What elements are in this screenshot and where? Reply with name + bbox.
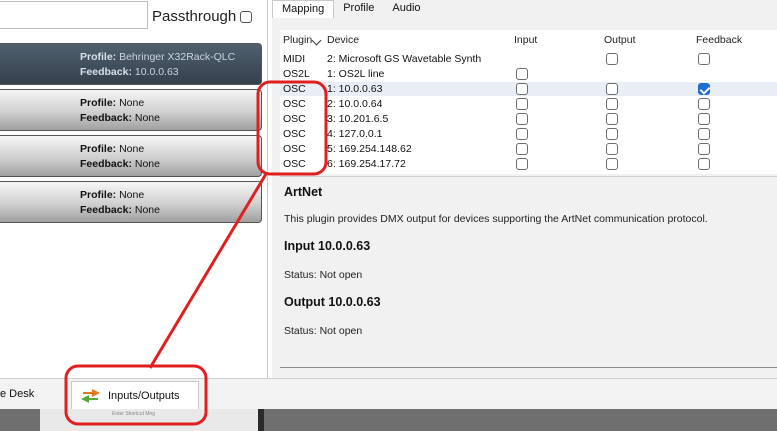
- table-row[interactable]: OSC 1: 10.0.0.63: [280, 82, 777, 96]
- input-checkbox[interactable]: [516, 113, 528, 125]
- feedback-value: None: [134, 204, 160, 216]
- io-mapping-table: Plugin Device Input Output Feedback MIDI…: [280, 30, 777, 174]
- feedback-value: 10.0.0.63: [134, 66, 179, 78]
- output-checkbox[interactable]: [606, 158, 618, 170]
- universe-search-input[interactable]: [0, 1, 148, 29]
- feedback-checkbox[interactable]: [698, 113, 710, 125]
- table-row[interactable]: MIDI 2: Microsoft GS Wavetable Synth: [280, 52, 777, 66]
- profile-value: None: [119, 189, 145, 201]
- tab-audio[interactable]: Audio: [383, 0, 429, 18]
- cell-device: 1: OS2L line: [327, 68, 385, 80]
- feedback-checkbox[interactable]: [698, 158, 710, 170]
- column-header-plugin[interactable]: Plugin: [283, 32, 312, 48]
- output-status: Status: Not open: [284, 325, 363, 337]
- feedback-checkbox[interactable]: [698, 143, 710, 155]
- inputs-outputs-label: Inputs/Outputs: [108, 389, 180, 402]
- table-row[interactable]: OSC 5: 169.254.148.62: [280, 142, 777, 156]
- column-header-input[interactable]: Input: [514, 32, 537, 48]
- passthrough-checkbox[interactable]: [240, 10, 253, 23]
- tab-inputs-outputs[interactable]: Inputs/Outputs: [71, 381, 199, 409]
- panel-divider: [280, 367, 777, 368]
- feedback-checkbox[interactable]: [698, 128, 710, 140]
- table-row[interactable]: OSC 3: 10.201.6.5: [280, 112, 777, 126]
- profile-value: None: [119, 143, 145, 155]
- passthrough-toggle[interactable]: Passthrough: [152, 8, 253, 25]
- bottom-tabbar: e Desk Inputs/Outputs: [0, 378, 777, 409]
- cell-plugin: OSC: [283, 128, 306, 140]
- universe-item-2[interactable]: Profile: None Feedback: None: [0, 89, 262, 131]
- input-checkbox[interactable]: [516, 158, 528, 170]
- tab-simple-desk[interactable]: e Desk: [0, 388, 34, 400]
- column-header-feedback[interactable]: Feedback: [696, 32, 742, 48]
- cell-plugin: OSC: [283, 158, 306, 170]
- universe-config-pane: Mapping Profile Audio Plugin Device Inpu…: [272, 0, 777, 378]
- feedback-value: None: [134, 158, 160, 170]
- feedback-checkbox[interactable]: [698, 53, 710, 65]
- feedback-checkbox[interactable]: [698, 83, 710, 95]
- plugin-title: ArtNet: [284, 185, 323, 199]
- cell-plugin: OSC: [283, 98, 306, 110]
- universe-list-pane: Passthrough Profile: Behringer X32Rack-Q…: [0, 0, 268, 378]
- output-checkbox[interactable]: [606, 83, 618, 95]
- cell-device: 4: 127.0.0.1: [327, 128, 383, 140]
- feedback-label: Feedback:: [80, 112, 132, 124]
- cell-plugin: OSC: [283, 113, 306, 125]
- passthrough-label: Passthrough: [152, 8, 237, 25]
- plugin-description: This plugin provides DMX output for devi…: [284, 213, 708, 225]
- output-heading: Output 10.0.0.63: [284, 295, 381, 309]
- tab-profile[interactable]: Profile: [334, 0, 383, 18]
- universe-item-1[interactable]: Profile: Behringer X32Rack-QLC Feedback:…: [0, 43, 262, 85]
- sort-descending-icon[interactable]: [311, 35, 322, 46]
- config-tabbar: Mapping Profile Audio: [272, 0, 430, 18]
- output-checkbox[interactable]: [606, 98, 618, 110]
- cell-device: 2: Microsoft GS Wavetable Synth: [327, 53, 482, 65]
- cell-device: 1: 10.0.0.63: [327, 83, 383, 95]
- cell-device: 2: 10.0.0.64: [327, 98, 383, 110]
- cell-device: 3: 10.201.6.5: [327, 113, 389, 125]
- plugin-info-panel: ArtNet This plugin provides DMX output f…: [280, 176, 777, 368]
- column-header-output[interactable]: Output: [604, 32, 636, 48]
- universe-item-4[interactable]: Profile: None Feedback: None: [0, 181, 262, 223]
- universe-item-3[interactable]: Profile: None Feedback: None: [0, 135, 262, 177]
- input-checkbox[interactable]: [516, 128, 528, 140]
- input-checkbox[interactable]: [516, 143, 528, 155]
- workspace-strip: Enter Shortcut Mng: [0, 409, 777, 431]
- profile-label: Profile:: [80, 189, 117, 201]
- cell-plugin: OSC: [283, 83, 306, 95]
- faint-shortcut-text: Enter Shortcut Mng: [112, 411, 156, 417]
- table-row[interactable]: OS2L 1: OS2L line: [280, 67, 777, 81]
- workspace-divider: [258, 409, 264, 431]
- input-status: Status: Not open: [284, 269, 363, 281]
- cell-device: 5: 169.254.148.62: [327, 143, 412, 155]
- cell-plugin: OS2L: [283, 68, 310, 80]
- profile-label: Profile:: [80, 51, 117, 63]
- feedback-label: Feedback:: [80, 66, 132, 78]
- profile-value: Behringer X32Rack-QLC: [119, 51, 236, 63]
- input-checkbox[interactable]: [516, 83, 528, 95]
- table-row[interactable]: OSC 2: 10.0.0.64: [280, 97, 777, 111]
- output-checkbox[interactable]: [606, 143, 618, 155]
- output-checkbox[interactable]: [606, 128, 618, 140]
- table-row[interactable]: OSC 6: 169.254.17.72: [280, 157, 777, 171]
- inputs-outputs-icon: [81, 388, 100, 403]
- output-checkbox[interactable]: [606, 53, 618, 65]
- profile-label: Profile:: [80, 143, 117, 155]
- cell-plugin: MIDI: [283, 53, 306, 65]
- feedback-label: Feedback:: [80, 158, 132, 170]
- table-header: Plugin Device Input Output Feedback: [280, 32, 777, 48]
- tab-mapping[interactable]: Mapping: [272, 0, 335, 18]
- feedback-label: Feedback:: [80, 204, 132, 216]
- feedback-value: None: [134, 112, 160, 124]
- input-checkbox[interactable]: [516, 98, 528, 110]
- input-heading: Input 10.0.0.63: [284, 239, 371, 253]
- table-row[interactable]: OSC 4: 127.0.0.1: [280, 127, 777, 141]
- cell-device: 6: 169.254.17.72: [327, 158, 406, 170]
- input-checkbox[interactable]: [516, 68, 528, 80]
- profile-label: Profile:: [80, 97, 117, 109]
- output-checkbox[interactable]: [606, 113, 618, 125]
- column-header-device[interactable]: Device: [327, 32, 359, 48]
- cell-plugin: OSC: [283, 143, 306, 155]
- feedback-checkbox[interactable]: [698, 98, 710, 110]
- profile-value: None: [119, 97, 145, 109]
